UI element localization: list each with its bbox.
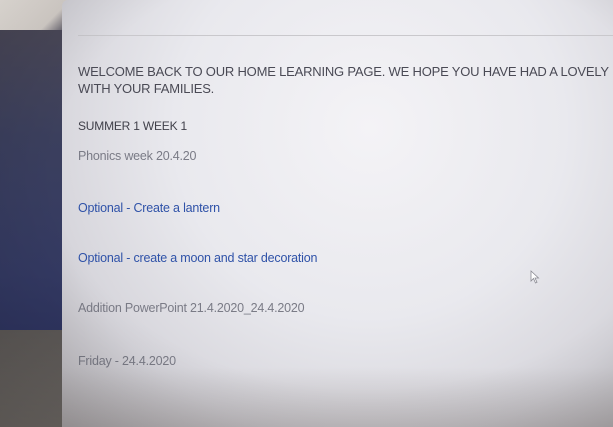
sidebar — [0, 0, 70, 340]
divider — [78, 35, 613, 36]
link-friday[interactable]: Friday - 24.4.2020 — [78, 354, 176, 368]
monitor-bezel — [0, 330, 70, 427]
link-addition-powerpoint[interactable]: Addition PowerPoint 21.4.2020_24.4.2020 — [78, 301, 305, 315]
welcome-message-line-2: WITH YOUR FAMILIES. — [78, 81, 215, 96]
learning-page-content: WELCOME BACK TO OUR HOME LEARNING PAGE. … — [78, 63, 613, 368]
link-moon-star-decoration[interactable]: Optional - create a moon and star decora… — [78, 251, 317, 265]
photo-of-screen: WELCOME BACK TO OUR HOME LEARNING PAGE. … — [0, 0, 613, 427]
link-create-lantern[interactable]: Optional - Create a lantern — [78, 201, 220, 215]
link-phonics-week[interactable]: Phonics week 20.4.20 — [78, 149, 197, 163]
mouse-pointer-icon — [530, 270, 540, 284]
glare — [0, 0, 70, 30]
week-heading: SUMMER 1 WEEK 1 — [78, 119, 188, 133]
welcome-message-line-1: WELCOME BACK TO OUR HOME LEARNING PAGE. … — [78, 64, 613, 79]
